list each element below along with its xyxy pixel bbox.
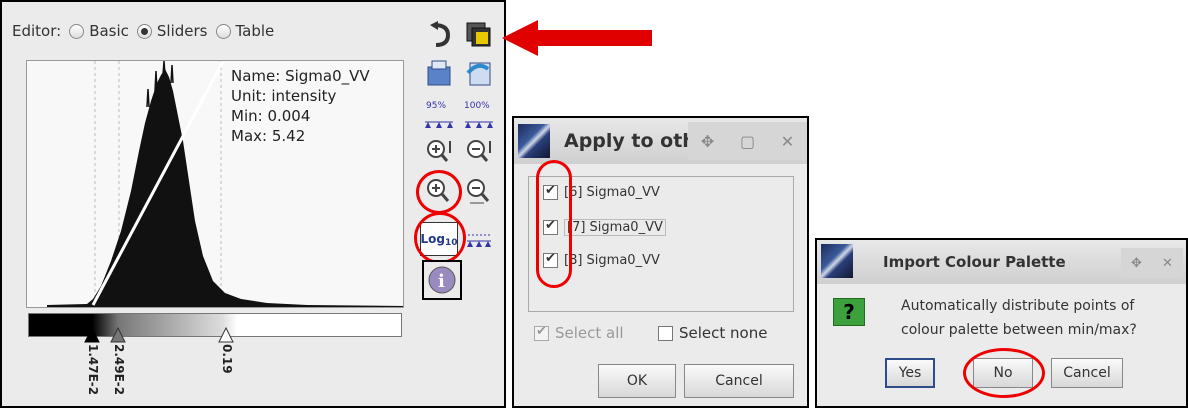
range-100-icon[interactable]: 100%	[462, 98, 496, 132]
select-none-checkbox[interactable]	[658, 325, 673, 341]
question-icon: ?	[833, 298, 865, 326]
histogram-chart	[47, 61, 403, 307]
red-circle-no	[963, 348, 1045, 398]
import-palette-icon[interactable]	[422, 58, 456, 88]
move-icon[interactable]: ✥	[1131, 256, 1142, 271]
yes-button[interactable]: Yes	[885, 358, 935, 388]
radio-basic[interactable]	[69, 23, 85, 39]
radio-table[interactable]	[215, 23, 231, 39]
radio-sliders-label[interactable]: Sliders	[157, 22, 208, 40]
slider-handle-3	[218, 326, 234, 343]
dialog-title: Apply to oth	[564, 130, 696, 152]
reset-icon[interactable]	[422, 20, 456, 50]
zoom-out-horizontal-icon[interactable]	[462, 176, 496, 206]
cancel-button[interactable]: Cancel	[1051, 358, 1123, 388]
band-8-label: [8] Sigma0_VV	[564, 253, 660, 268]
red-arrow-annotation	[502, 20, 652, 56]
colour-manipulation-panel: Editor: Basic Sliders Table Name: Sigma0…	[0, 0, 652, 408]
range-95-label: 95%	[426, 101, 446, 111]
dialog-titlebar[interactable]: Apply to oth ✥ ▢ ✕	[514, 118, 807, 164]
dialog-titlebar[interactable]: Import Colour Palette ✥ ✕	[817, 240, 1186, 284]
svg-text:i: i	[438, 271, 445, 292]
snap-app-icon	[518, 124, 550, 158]
close-icon[interactable]: ✕	[781, 132, 794, 151]
select-all-checkbox[interactable]	[534, 324, 549, 341]
band-min: Min: 0.004	[231, 107, 311, 125]
slider-handle-1	[84, 326, 100, 343]
slider-value-3[interactable]: 0.19	[220, 344, 234, 374]
select-all-label: Select all	[555, 324, 624, 342]
screenshot-root: Editor: Basic Sliders Table Name: Sigma0…	[0, 0, 1188, 408]
band-name: Name: Sigma0_VV	[231, 67, 370, 85]
dialog-title: Import Colour Palette	[883, 253, 1066, 271]
band-max: Max: 5.42	[231, 127, 306, 145]
red-circle-zoom	[416, 170, 462, 214]
snap-app-icon	[821, 244, 853, 278]
multi-apply-icon[interactable]	[462, 20, 496, 50]
window-controls: ✥ ▢ ✕	[688, 122, 807, 160]
message-line-2: colour palette between min/max?	[901, 322, 1137, 338]
import-colour-palette-dialog: Import Colour Palette ✥ ✕ ? Automaticall…	[815, 238, 1188, 408]
editor-label: Editor:	[12, 22, 62, 40]
slider-handle-2	[110, 326, 126, 343]
maximize-icon[interactable]: ▢	[740, 132, 755, 151]
export-palette-icon[interactable]	[462, 58, 496, 88]
slider-handles	[84, 326, 234, 343]
radio-table-label[interactable]: Table	[236, 22, 275, 40]
move-icon[interactable]: ✥	[701, 132, 714, 151]
select-all-row[interactable]: Select all	[534, 324, 624, 342]
histogram-bars	[47, 69, 403, 307]
ok-button[interactable]: OK	[598, 364, 676, 398]
info-icon[interactable]: i	[422, 260, 462, 300]
radio-sliders[interactable]	[136, 23, 152, 39]
window-controls: ✥ ✕	[1121, 248, 1183, 278]
slider-value-2[interactable]: 2.49E-2	[112, 344, 126, 395]
range-95-icon[interactable]: 95%	[422, 98, 456, 132]
select-none-row[interactable]: Select none	[658, 324, 767, 342]
zoom-in-vertical-icon[interactable]	[422, 136, 456, 166]
close-icon[interactable]: ✕	[1162, 256, 1173, 271]
distribute-sliders-icon[interactable]	[462, 224, 496, 254]
apply-to-other-bands-dialog: Apply to oth ✥ ▢ ✕ [6] Sigma0_VV [7] Sig…	[512, 116, 809, 408]
editor-mode-group: Editor: Basic Sliders Table	[12, 22, 274, 40]
red-circle-log	[414, 212, 466, 264]
cancel-button[interactable]: Cancel	[684, 364, 794, 398]
band-7-label: [7] Sigma0_VV	[564, 219, 666, 236]
histogram-panel[interactable]: Name: Sigma0_VV Unit: intensity Min: 0.0…	[26, 60, 404, 308]
band-6-label: [6] Sigma0_VV	[564, 185, 660, 200]
zoom-out-vertical-icon[interactable]	[462, 136, 496, 166]
radio-basic-label[interactable]: Basic	[89, 22, 129, 40]
message-line-1: Automatically distribute points of	[901, 298, 1135, 314]
range-100-label: 100%	[464, 101, 490, 111]
red-circle-checkboxes	[536, 160, 572, 288]
band-unit: Unit: intensity	[231, 87, 337, 105]
select-none-label: Select none	[679, 324, 768, 342]
slider-value-1[interactable]: 1.47E-2	[86, 344, 100, 395]
